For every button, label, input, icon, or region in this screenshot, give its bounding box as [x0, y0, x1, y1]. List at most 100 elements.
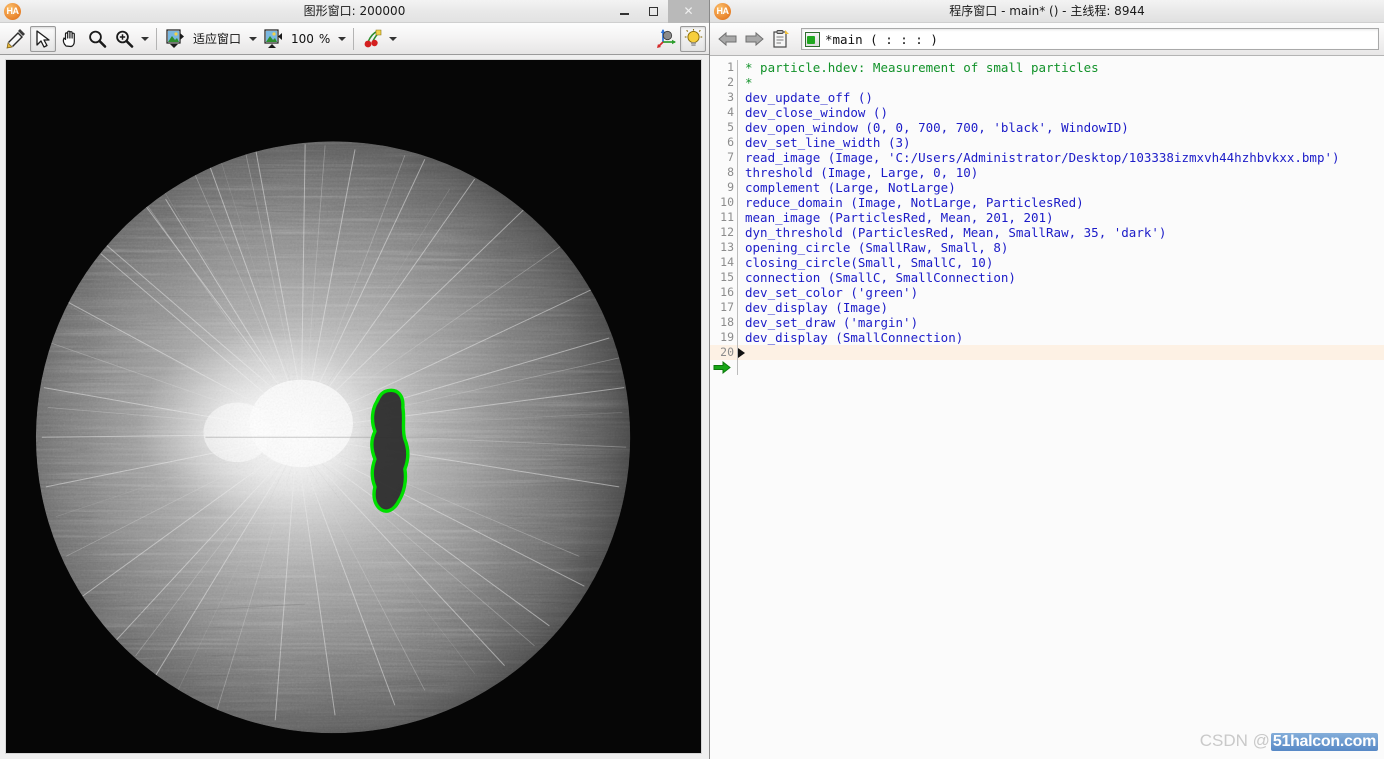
arrow-right-icon: [745, 31, 764, 47]
gutter-divider: [737, 285, 738, 300]
gutter-divider: [737, 315, 738, 330]
pan-tool-button[interactable]: [57, 26, 83, 52]
watermark-logo: 51halcon.com: [1270, 733, 1378, 751]
arrow-cursor-icon: [36, 29, 50, 48]
code-line[interactable]: 15 connection (SmallC, SmallConnection): [710, 270, 1384, 285]
gutter-divider: [737, 105, 738, 120]
zoom-level-value: 100: [291, 31, 314, 46]
toolbar-separator: [156, 27, 157, 50]
minimize-button[interactable]: [610, 0, 639, 23]
line-number: 4: [727, 105, 734, 119]
edit-draw-button[interactable]: [3, 26, 29, 52]
zoom-tool-dropdown[interactable]: [138, 26, 151, 52]
halcon-logo-icon: HA: [4, 2, 21, 20]
code-line[interactable]: 9 complement (Large, NotLarge): [710, 180, 1384, 195]
code-line-text: complement (Large, NotLarge): [745, 180, 956, 195]
code-line[interactable]: 16 dev_set_color ('green'): [710, 285, 1384, 300]
code-line[interactable]: 3 dev_update_off (): [710, 90, 1384, 105]
coordinate-axes-button[interactable]: [653, 26, 679, 52]
line-number: 9: [727, 180, 734, 194]
gutter-divider: [737, 210, 738, 225]
code-line[interactable]: 4 dev_close_window (): [710, 105, 1384, 120]
code-line[interactable]: 8 threshold (Image, Large, 0, 10): [710, 165, 1384, 180]
image-fit-icon: [165, 29, 184, 48]
execution-pointer-row: [710, 360, 1384, 375]
chevron-down-icon: [140, 36, 149, 41]
code-line[interactable]: 7 read_image (Image, 'C:/Users/Administra…: [710, 150, 1384, 165]
lighting-button[interactable]: [680, 25, 706, 52]
code-line-text: * particle.hdev: Measurement of small pa…: [745, 60, 1099, 75]
line-number: 12: [720, 225, 734, 239]
maximize-button[interactable]: [639, 0, 668, 23]
zoom-level-unit: %: [318, 31, 331, 46]
code-line[interactable]: 1 * particle.hdev: Measurement of small p…: [710, 60, 1384, 75]
procedure-name-field[interactable]: *main ( : : : ): [801, 28, 1379, 50]
code-line[interactable]: 12 dyn_threshold (ParticlesRed, Mean, Sma…: [710, 225, 1384, 240]
maximize-icon: [649, 6, 658, 16]
close-button[interactable]: ✕: [668, 0, 709, 23]
navigate-back-button[interactable]: [715, 27, 739, 51]
zoom-in-tool-button[interactable]: [111, 26, 137, 52]
code-line[interactable]: 11 mean_image (ParticlesRed, Mean, 201, 2…: [710, 210, 1384, 225]
line-number: 6: [727, 135, 734, 149]
code-line[interactable]: 5 dev_open_window (0, 0, 700, 700, 'black…: [710, 120, 1384, 135]
code-line[interactable]: 2 *: [710, 75, 1384, 90]
code-line-text: connection (SmallC, SmallConnection): [745, 270, 1016, 285]
code-line-text: dev_set_line_width (3): [745, 135, 911, 150]
lightbulb-icon: [684, 29, 702, 46]
code-line-text: mean_image (ParticlesRed, Mean, 201, 201…: [745, 210, 1054, 225]
graphics-window-controls: ✕: [610, 0, 709, 23]
navigate-forward-button[interactable]: [742, 27, 766, 51]
code-line[interactable]: 6 dev_set_line_width (3): [710, 135, 1384, 150]
graphics-window: HA 图形窗口: 200000 ✕ 适应窗口 100 %: [0, 0, 710, 759]
image-zoom-icon: [263, 29, 282, 48]
microscope-particle-image[interactable]: [5, 59, 702, 754]
graphics-canvas-area[interactable]: [0, 55, 709, 759]
code-line[interactable]: 10 reduce_domain (Image, NotLarge, Partic…: [710, 195, 1384, 210]
breakpoint-marker-icon[interactable]: [738, 348, 745, 358]
line-number: 1: [727, 60, 734, 74]
gutter-divider: [737, 165, 738, 180]
program-window: HA 程序窗口 - main* () - 主线程: 8944 *main (:…: [710, 0, 1384, 759]
new-procedure-button[interactable]: [769, 27, 793, 51]
code-line-text: *: [745, 75, 753, 90]
line-number: 19: [720, 330, 734, 344]
code-line-text: dev_close_window (): [745, 105, 888, 120]
gutter-divider: [737, 90, 738, 105]
toolbar-separator: [353, 27, 355, 50]
color-settings-dropdown[interactable]: [386, 26, 399, 52]
fit-to-window-button[interactable]: [162, 26, 188, 52]
code-line-text: dev_update_off (): [745, 90, 873, 105]
gutter-divider: [737, 180, 738, 195]
code-line-text: dyn_threshold (ParticlesRed, Mean, Small…: [745, 225, 1167, 240]
line-number: 13: [720, 240, 734, 254]
line-number: 18: [720, 315, 734, 329]
code-line[interactable]: 18 dev_set_draw ('margin'): [710, 315, 1384, 330]
code-editor[interactable]: 1 * particle.hdev: Measurement of small p…: [710, 56, 1384, 759]
code-line[interactable]: 20: [710, 345, 1384, 360]
select-tool-button[interactable]: [30, 25, 56, 52]
code-line[interactable]: 17 dev_display (Image): [710, 300, 1384, 315]
clipboard-new-icon: [773, 30, 789, 48]
gutter-divider: [737, 225, 738, 240]
graphics-window-titlebar: HA 图形窗口: 200000 ✕: [0, 0, 709, 23]
zoom-level-dropdown[interactable]: [335, 26, 348, 52]
fit-to-window-dropdown[interactable]: [246, 26, 259, 52]
gutter-divider: [737, 300, 738, 315]
code-line-text: closing_circle(Small, SmallC, 10): [745, 255, 994, 270]
gutter-divider: [737, 195, 738, 210]
color-settings-button[interactable]: [359, 26, 385, 52]
code-line[interactable]: 14 closing_circle(Small, SmallC, 10): [710, 255, 1384, 270]
zoom-level-button[interactable]: [260, 26, 286, 52]
zoom-tool-button[interactable]: [84, 26, 110, 52]
code-line[interactable]: 19 dev_display (SmallConnection): [710, 330, 1384, 345]
line-number: 20: [720, 345, 734, 359]
3d-axes-icon: [656, 29, 676, 48]
code-line[interactable]: 13 opening_circle (SmallRaw, Small, 8): [710, 240, 1384, 255]
magnifier-icon: [89, 30, 107, 48]
gutter-divider: [737, 75, 738, 90]
gutter-divider: [737, 255, 738, 270]
pencil-palette-icon: [6, 28, 25, 48]
line-number: 10: [720, 195, 734, 209]
code-lines-container: 1 * particle.hdev: Measurement of small p…: [710, 56, 1384, 375]
